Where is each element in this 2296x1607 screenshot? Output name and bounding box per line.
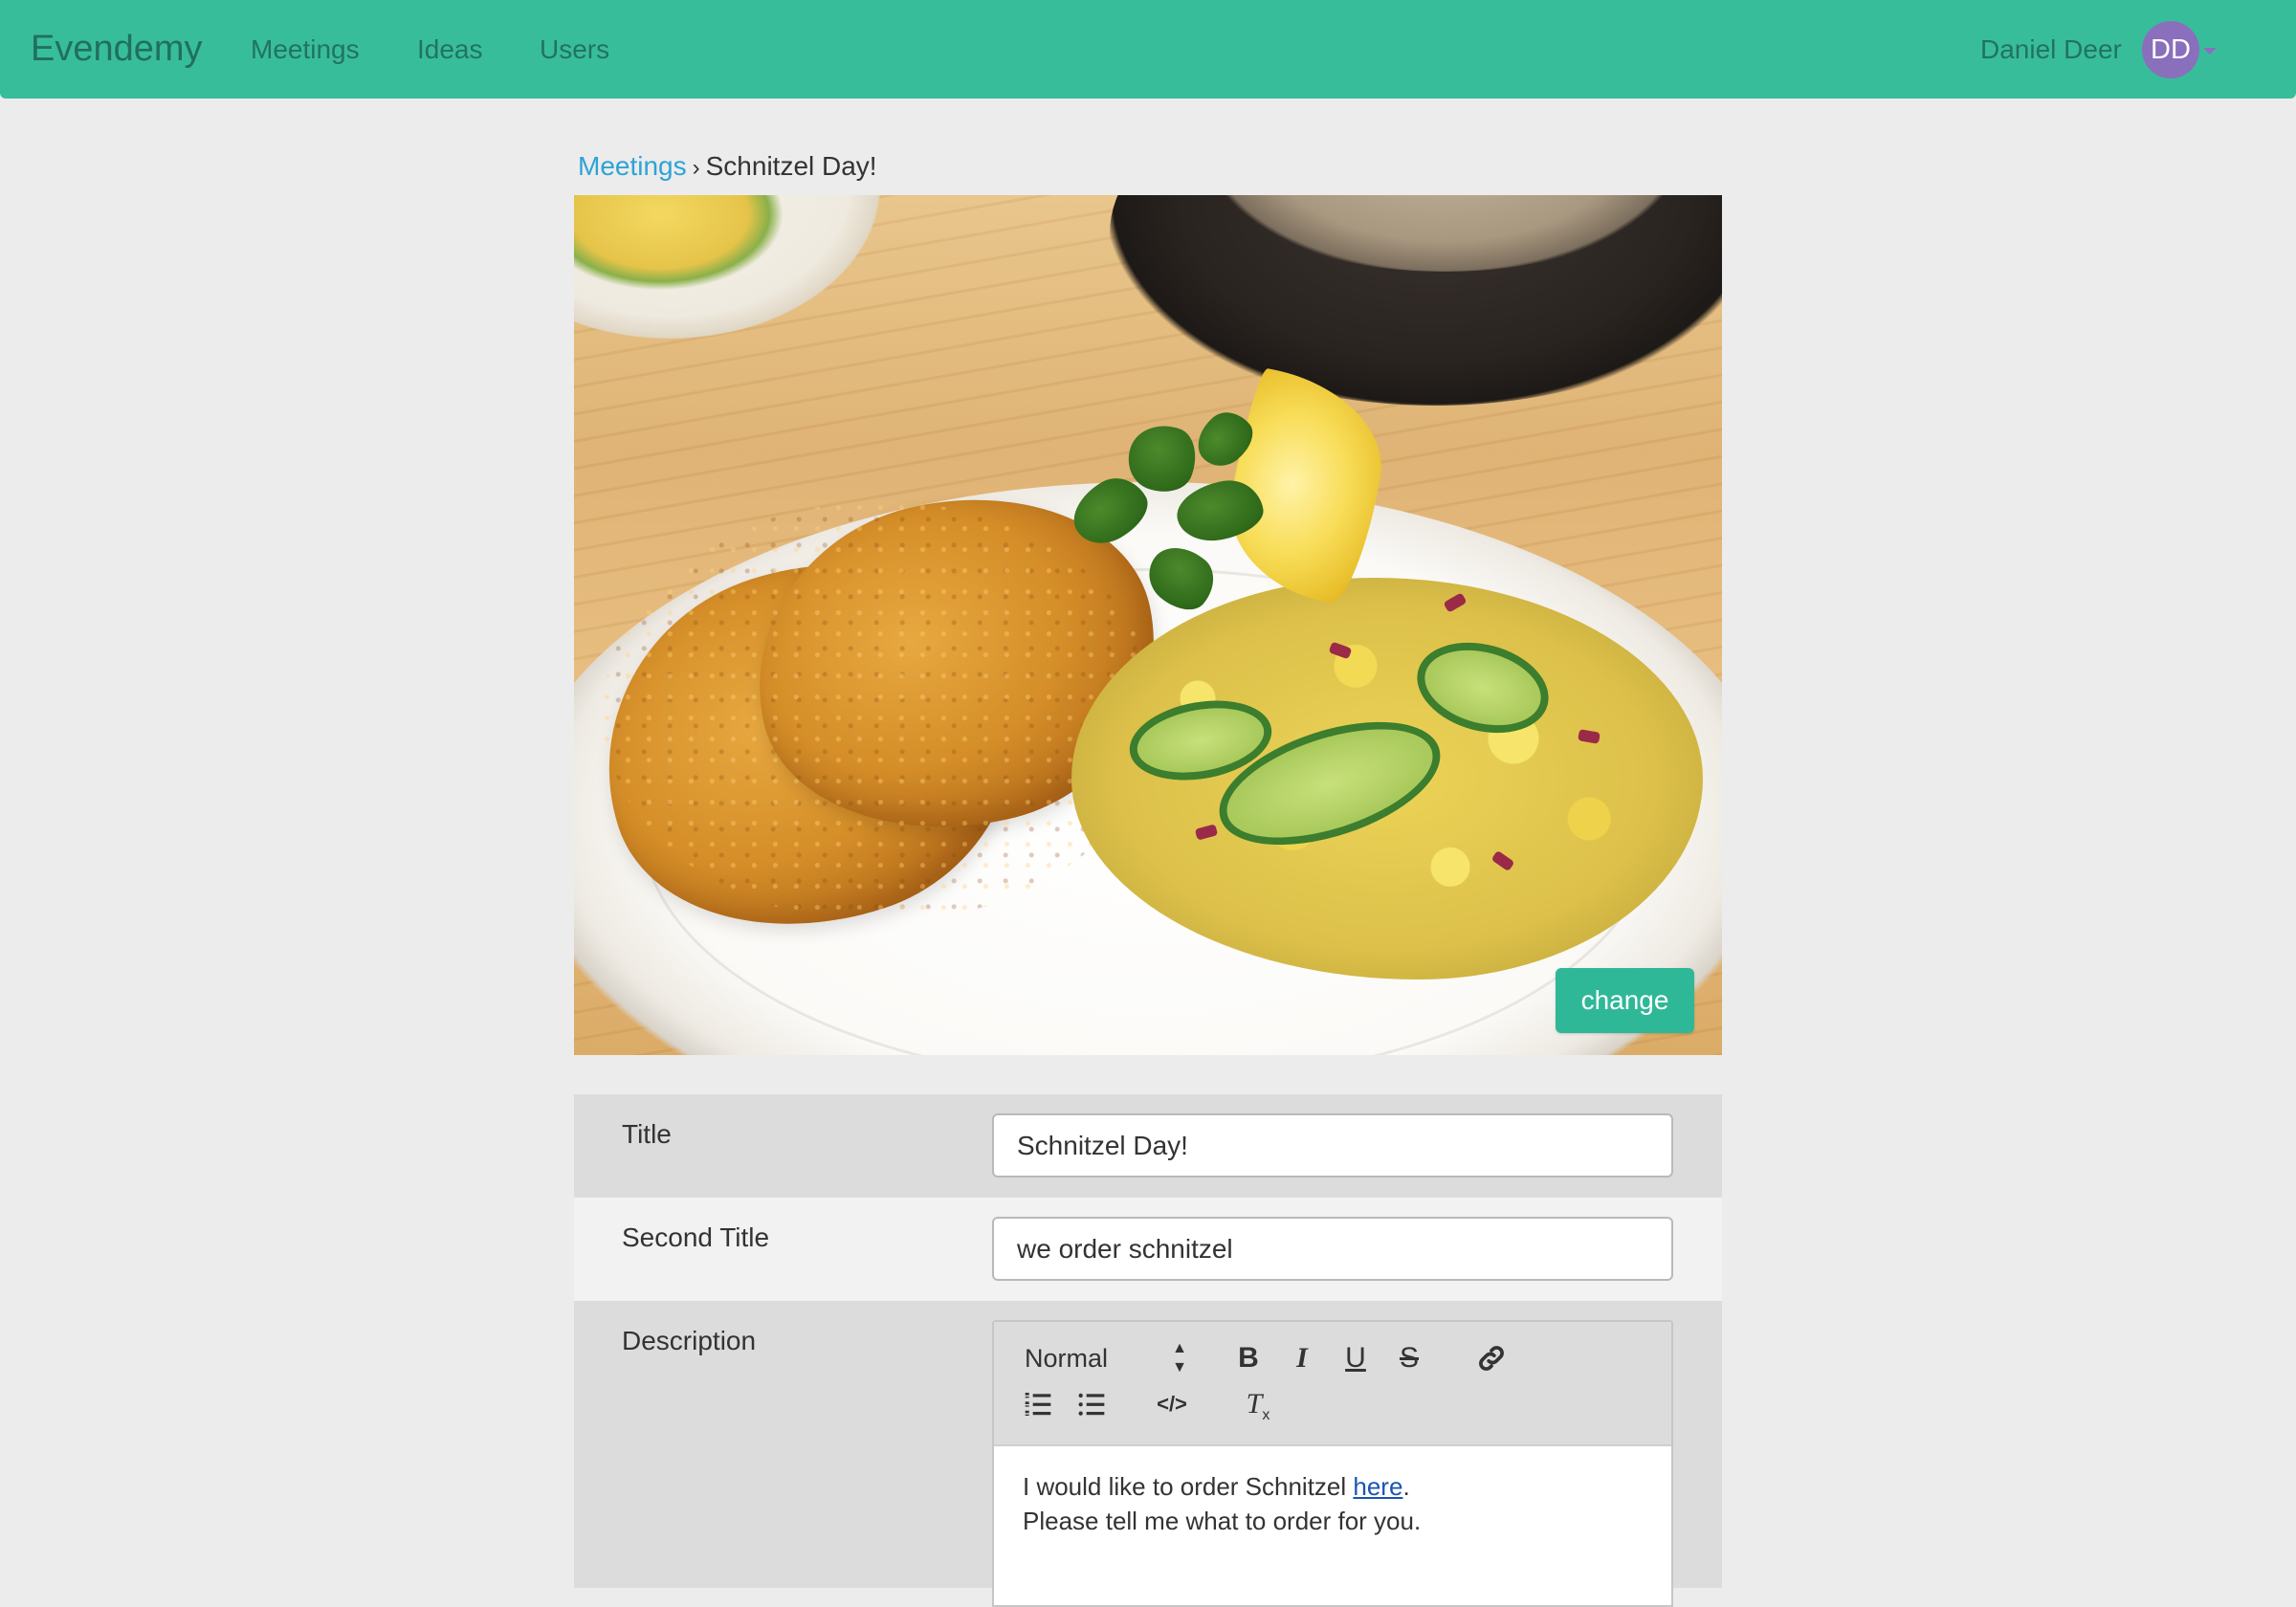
avatar[interactable]: DD [2142, 21, 2199, 78]
breadcrumb-link-meetings[interactable]: Meetings [578, 151, 687, 181]
second-title-label: Second Title [622, 1222, 770, 1252]
meeting-form: Title Second Title Description Normal ▲▼… [574, 1094, 1722, 1607]
editor-paragraph: I would like to order Schnitzel here. [1023, 1469, 1643, 1504]
bullet-list-icon[interactable] [1072, 1385, 1111, 1423]
description-label: Description [622, 1326, 757, 1355]
format-select[interactable]: Normal ▲ ▼ [1025, 1339, 1187, 1377]
title-label: Title [622, 1119, 672, 1149]
underline-icon[interactable]: U [1336, 1339, 1375, 1377]
editor-text: . [1402, 1472, 1410, 1501]
breadcrumb: Meetings › Schnitzel Day! [578, 147, 877, 187]
meeting-cover-image: change [574, 195, 1722, 1055]
code-icon[interactable]: </> [1153, 1385, 1191, 1423]
editor-text: I would like to order Schnitzel [1023, 1472, 1354, 1501]
link-icon[interactable] [1472, 1339, 1511, 1377]
editor-paragraph: Please tell me what to order for you. [1023, 1507, 1422, 1535]
nav-link-meetings[interactable]: Meetings [251, 32, 360, 68]
editor-toolbar: Normal ▲ ▼ B I U S </> Tx [994, 1322, 1671, 1446]
nav-link-users[interactable]: Users [540, 32, 609, 68]
select-arrows-icon: ▲ ▼ [1172, 1340, 1187, 1376]
bold-icon[interactable]: B [1229, 1339, 1268, 1377]
title-input[interactable] [992, 1113, 1673, 1178]
form-row-description: Description Normal ▲ ▼ B I U S </> Tx I … [574, 1301, 1722, 1607]
strikethrough-icon[interactable]: S [1390, 1339, 1428, 1377]
second-title-input[interactable] [992, 1217, 1673, 1281]
form-row-title: Title [574, 1094, 1722, 1198]
brand-logo[interactable]: Evendemy [31, 25, 203, 73]
user-name[interactable]: Daniel Deer [1980, 32, 2122, 68]
breading-texture [603, 501, 1158, 922]
breadcrumb-separator-icon: › [692, 155, 700, 181]
clear-format-icon[interactable]: Tx [1239, 1385, 1277, 1423]
form-row-second-title: Second Title [574, 1198, 1722, 1301]
editor-link[interactable]: here [1353, 1472, 1402, 1501]
nav-link-ideas[interactable]: Ideas [417, 32, 483, 68]
italic-icon[interactable]: I [1283, 1339, 1321, 1377]
description-editor: Normal ▲ ▼ B I U S </> Tx I would like t… [992, 1320, 1673, 1607]
breadcrumb-current: Schnitzel Day! [705, 151, 877, 181]
editor-content[interactable]: I would like to order Schnitzel here. Pl… [994, 1448, 1671, 1559]
ordered-list-icon[interactable] [1019, 1385, 1057, 1423]
format-select-value: Normal [1025, 1344, 1109, 1373]
top-navbar: Evendemy Meetings Ideas Users Daniel Dee… [0, 0, 2296, 99]
chevron-down-icon[interactable] [2203, 48, 2217, 55]
change-image-button[interactable]: change [1556, 968, 1694, 1033]
